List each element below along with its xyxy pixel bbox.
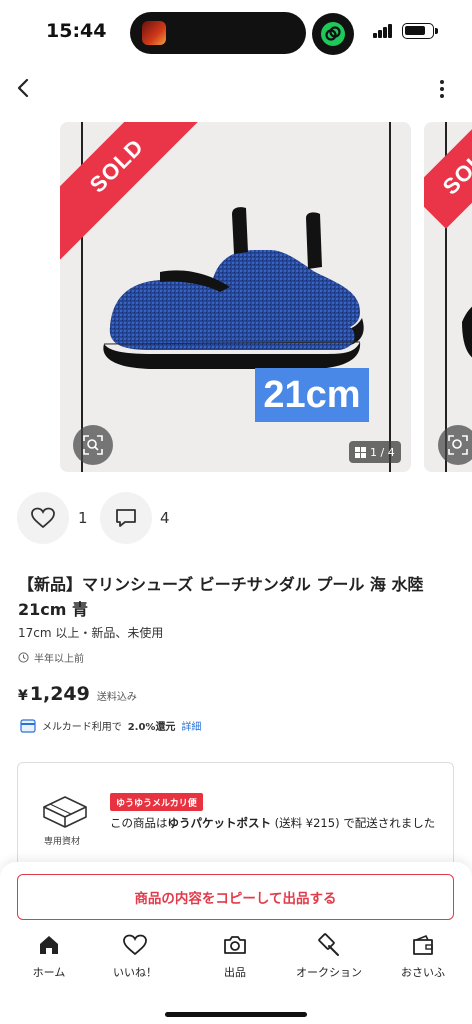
gavel-icon: [316, 932, 342, 958]
size-overlay: 21cm: [255, 368, 369, 422]
page-indicator: 1 / 4: [349, 441, 401, 463]
item-title: 【新品】マリンシューズ ビーチサンダル プール 海 水陸 21cm 青: [18, 575, 424, 619]
wallet-icon: [410, 932, 436, 958]
price: ¥ 1,249 送料込み: [18, 683, 137, 705]
more-vertical-icon: [440, 80, 444, 98]
shipping-desc-prefix: この商品は: [110, 816, 168, 830]
credit-card-icon: [20, 718, 36, 733]
tab-likes[interactable]: いいね！: [88, 932, 182, 980]
heart-icon: [31, 507, 55, 529]
comment-icon: [116, 509, 136, 527]
shipping-method-tag: ゆうゆうメルカリ便: [110, 793, 203, 811]
zoom-icon: [83, 435, 103, 455]
home-icon: [36, 932, 62, 958]
posted-time-text: 半年以上前: [34, 654, 84, 665]
tab-sell[interactable]: 出品: [188, 932, 282, 980]
tab-home-label: ホーム: [32, 966, 66, 979]
package-label: 専用資材: [44, 837, 81, 847]
shipping-description: この商品はゆうパケットポスト (送料 ¥215) で配送されました: [110, 815, 440, 832]
promo-details-link[interactable]: 詳細: [181, 718, 201, 733]
like-count: 1: [78, 509, 88, 527]
tab-wallet[interactable]: おさいふ: [376, 932, 470, 980]
tab-auction-label: オークション: [296, 966, 362, 979]
zoom-icon: [448, 435, 468, 455]
tab-auction[interactable]: オークション: [282, 932, 376, 980]
posted-time: 半年以上前: [18, 650, 84, 665]
app-activity-icon: [142, 21, 166, 45]
merucard-promo: メルカード利用で 2.0%還元 詳細: [20, 718, 201, 733]
product-photo-next[interactable]: SOLD: [424, 122, 472, 472]
comment-button[interactable]: [100, 492, 152, 544]
price-currency: ¥: [18, 688, 28, 704]
back-button[interactable]: [12, 76, 36, 100]
shipping-desc-suffix: (送料 ¥215) で配送されました: [271, 816, 436, 830]
home-indicator: [165, 1012, 307, 1017]
chevron-left-icon: [17, 78, 29, 98]
battery-icon: [402, 23, 438, 39]
tab-wallet-label: おさいふ: [401, 966, 445, 979]
item-condition: 17cm 以上・新品、未使用: [18, 626, 164, 640]
bottom-action-sheet: 商品の内容をコピーして出品する ホーム いいね！ 出品 オークション おさいふ: [0, 862, 472, 1024]
promo-text: メルカード利用で: [42, 722, 122, 733]
promo-percent: 2.0%還元: [127, 722, 176, 733]
zoom-button[interactable]: [73, 425, 113, 465]
comment-count: 4: [160, 509, 170, 527]
cellular-signal-icon: [373, 24, 397, 38]
status-bar: 15:44: [0, 0, 472, 64]
shipping-desc-method: ゆうパケットポスト: [167, 816, 272, 830]
package-icon: [43, 796, 87, 828]
tab-sell-label: 出品: [224, 966, 246, 979]
grid-icon: [355, 446, 366, 458]
tab-bar: ホーム いいね！ 出品 オークション おさいふ: [0, 932, 472, 988]
dynamic-island: [130, 12, 306, 54]
more-options-button[interactable]: [432, 78, 452, 100]
status-time: 15:44: [46, 20, 107, 42]
shipping-included: 送料込み: [96, 692, 137, 703]
zoom-button-next[interactable]: [438, 425, 472, 465]
price-amount: 1,249: [29, 683, 90, 705]
like-button[interactable]: [17, 492, 69, 544]
copy-and-list-button[interactable]: 商品の内容をコピーして出品する: [17, 874, 454, 920]
tab-home[interactable]: ホーム: [2, 932, 96, 980]
page-indicator-text: 1 / 4: [370, 445, 395, 459]
clock-icon: [18, 652, 29, 663]
camera-icon: [222, 932, 248, 958]
product-photo-main[interactable]: SOLD 21cm 1 / 4: [60, 122, 411, 472]
line-call-icon: [312, 13, 354, 55]
heart-icon: [122, 932, 148, 958]
tab-likes-label: いいね！: [113, 966, 157, 979]
